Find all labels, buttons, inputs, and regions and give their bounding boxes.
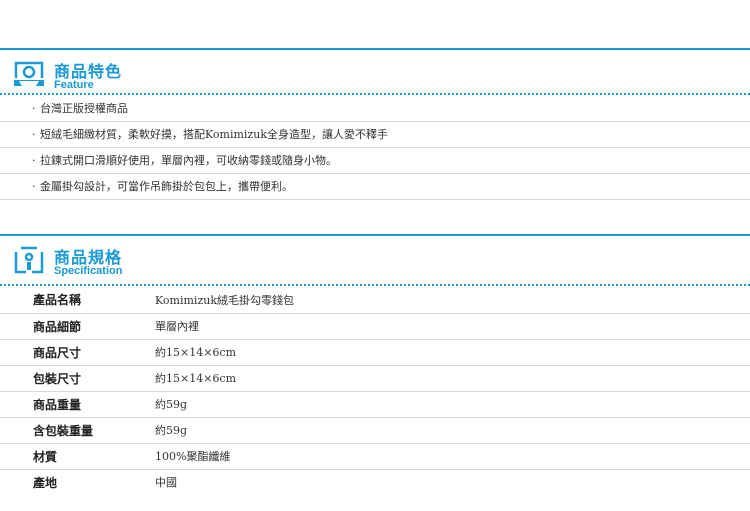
feature-item-text: 短絨毛細緻材質，柔軟好摸，搭配Komimizuk全身造型，讓人愛不釋手 [40,128,388,141]
spec-subtitle: Specification [54,265,123,277]
bullet-icon: · [32,128,36,141]
spec-value: 約15×14×6cm [155,346,237,359]
feature-divider [0,93,750,95]
spec-value: 單層內裡 [155,320,199,333]
spec-row: 產品名稱 Komimizuk絨毛掛勾零錢包 [0,287,750,313]
spec-value: 約59g [155,424,188,437]
bullet-icon: · [32,180,36,193]
document-icon [14,246,44,274]
feature-item-text: 拉鍊式開口滑順好使用，單層內裡，可收納零錢或隨身小物。 [40,154,337,167]
feature-item: · 金屬掛勾設計，可當作吊飾掛於包包上，攜帶便利。 [0,174,750,200]
bullet-icon: · [32,102,36,115]
feature-item-text: 台灣正版授權商品 [40,102,128,115]
feature-item: · 拉鍊式開口滑順好使用，單層內裡，可收納零錢或隨身小物。 [0,148,750,174]
spec-label: 商品尺寸 [33,345,82,360]
spec-label: 含包裝重量 [33,423,94,438]
feature-list: · 台灣正版授權商品 · 短絨毛細緻材質，柔軟好摸，搭配Komimizuk全身造型，… [0,96,750,200]
spec-value: 100%聚酯纖維 [155,450,231,463]
spec-row: 含包裝重量 約59g [0,417,750,443]
feature-item: · 台灣正版授權商品 [0,96,750,122]
spec-row: 商品細節 單層內裡 [0,313,750,339]
spec-row: 產地 中國 [0,469,750,495]
feature-subtitle: Feature [54,79,94,91]
spec-label: 產地 [33,475,58,490]
spec-value: 中國 [155,476,177,490]
spec-row: 包裝尺寸 約15×14×6cm [0,365,750,391]
spec-label: 商品細節 [33,319,82,334]
spec-label: 包裝尺寸 [33,371,82,386]
spec-value: 約59g [155,398,188,411]
spec-row: 商品尺寸 約15×14×6cm [0,339,750,365]
bullet-icon: · [32,154,36,167]
spec-divider [0,284,750,286]
spec-label: 產品名稱 [33,293,82,308]
spec-label: 商品重量 [33,397,82,412]
camera-icon [14,61,44,86]
spec-value: Komimizuk絨毛掛勾零錢包 [155,293,294,307]
spec-value: 約15×14×6cm [155,372,237,385]
feature-item: · 短絨毛細緻材質，柔軟好摸，搭配Komimizuk全身造型，讓人愛不釋手 [0,122,750,148]
spec-row: 商品重量 約59g [0,391,750,417]
spec-table: 產品名稱 Komimizuk絨毛掛勾零錢包 商品細節 單層內裡 商品尺寸 約15… [0,287,750,495]
feature-item-text: 金屬掛勾設計，可當作吊飾掛於包包上，攜帶便利。 [40,180,293,193]
spec-row: 材質 100%聚酯纖維 [0,443,750,469]
spec-label: 材質 [33,449,58,464]
